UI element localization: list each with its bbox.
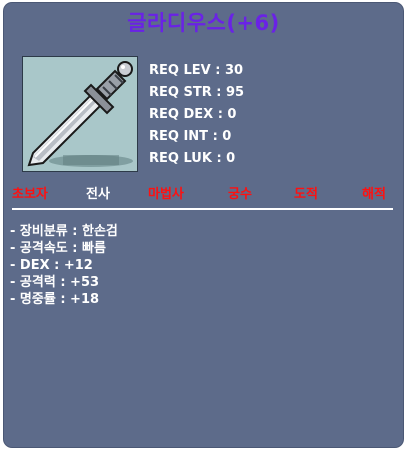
job-pirate: 해적 [362,187,386,202]
req-int: REQ INT : 0 [149,129,232,144]
job-warrior: 전사 [86,187,110,202]
item-stats: - 장비분류 : 한손검 - 공격속도 : 빠름 - DEX : +12 - 공… [10,223,118,308]
req-luk: REQ LUK : 0 [149,151,236,166]
item-tooltip: 글라디우스(+6) REQ LEV : 30 REQ STR : 95 REQ … [4,3,403,447]
gladius-sword-icon [27,61,133,167]
stat-attack-speed: - 공격속도 : 빠름 [10,241,106,256]
stat-attack: - 공격력 : +53 [10,275,100,290]
job-list: 초보자 전사 마법사 궁수 도적 해적 [4,183,403,203]
req-str: REQ STR : 95 [149,85,245,100]
job-thief: 도적 [294,187,318,202]
job-magician: 마법사 [148,187,184,202]
req-level: REQ LEV : 30 [149,63,244,78]
requirements-list: REQ LEV : 30 REQ STR : 95 REQ DEX : 0 RE… [149,60,244,170]
item-icon-box [22,56,138,172]
job-archer: 궁수 [228,187,252,202]
stat-accuracy: - 명중률 : +18 [10,292,100,307]
req-dex: REQ DEX : 0 [149,107,237,122]
divider [12,208,393,210]
job-beginner: 초보자 [12,187,48,202]
stat-weapon-type: - 장비분류 : 한손검 [10,224,118,239]
item-name: 글라디우스(+6) [127,11,280,35]
stat-dex: - DEX : +12 [10,258,93,273]
